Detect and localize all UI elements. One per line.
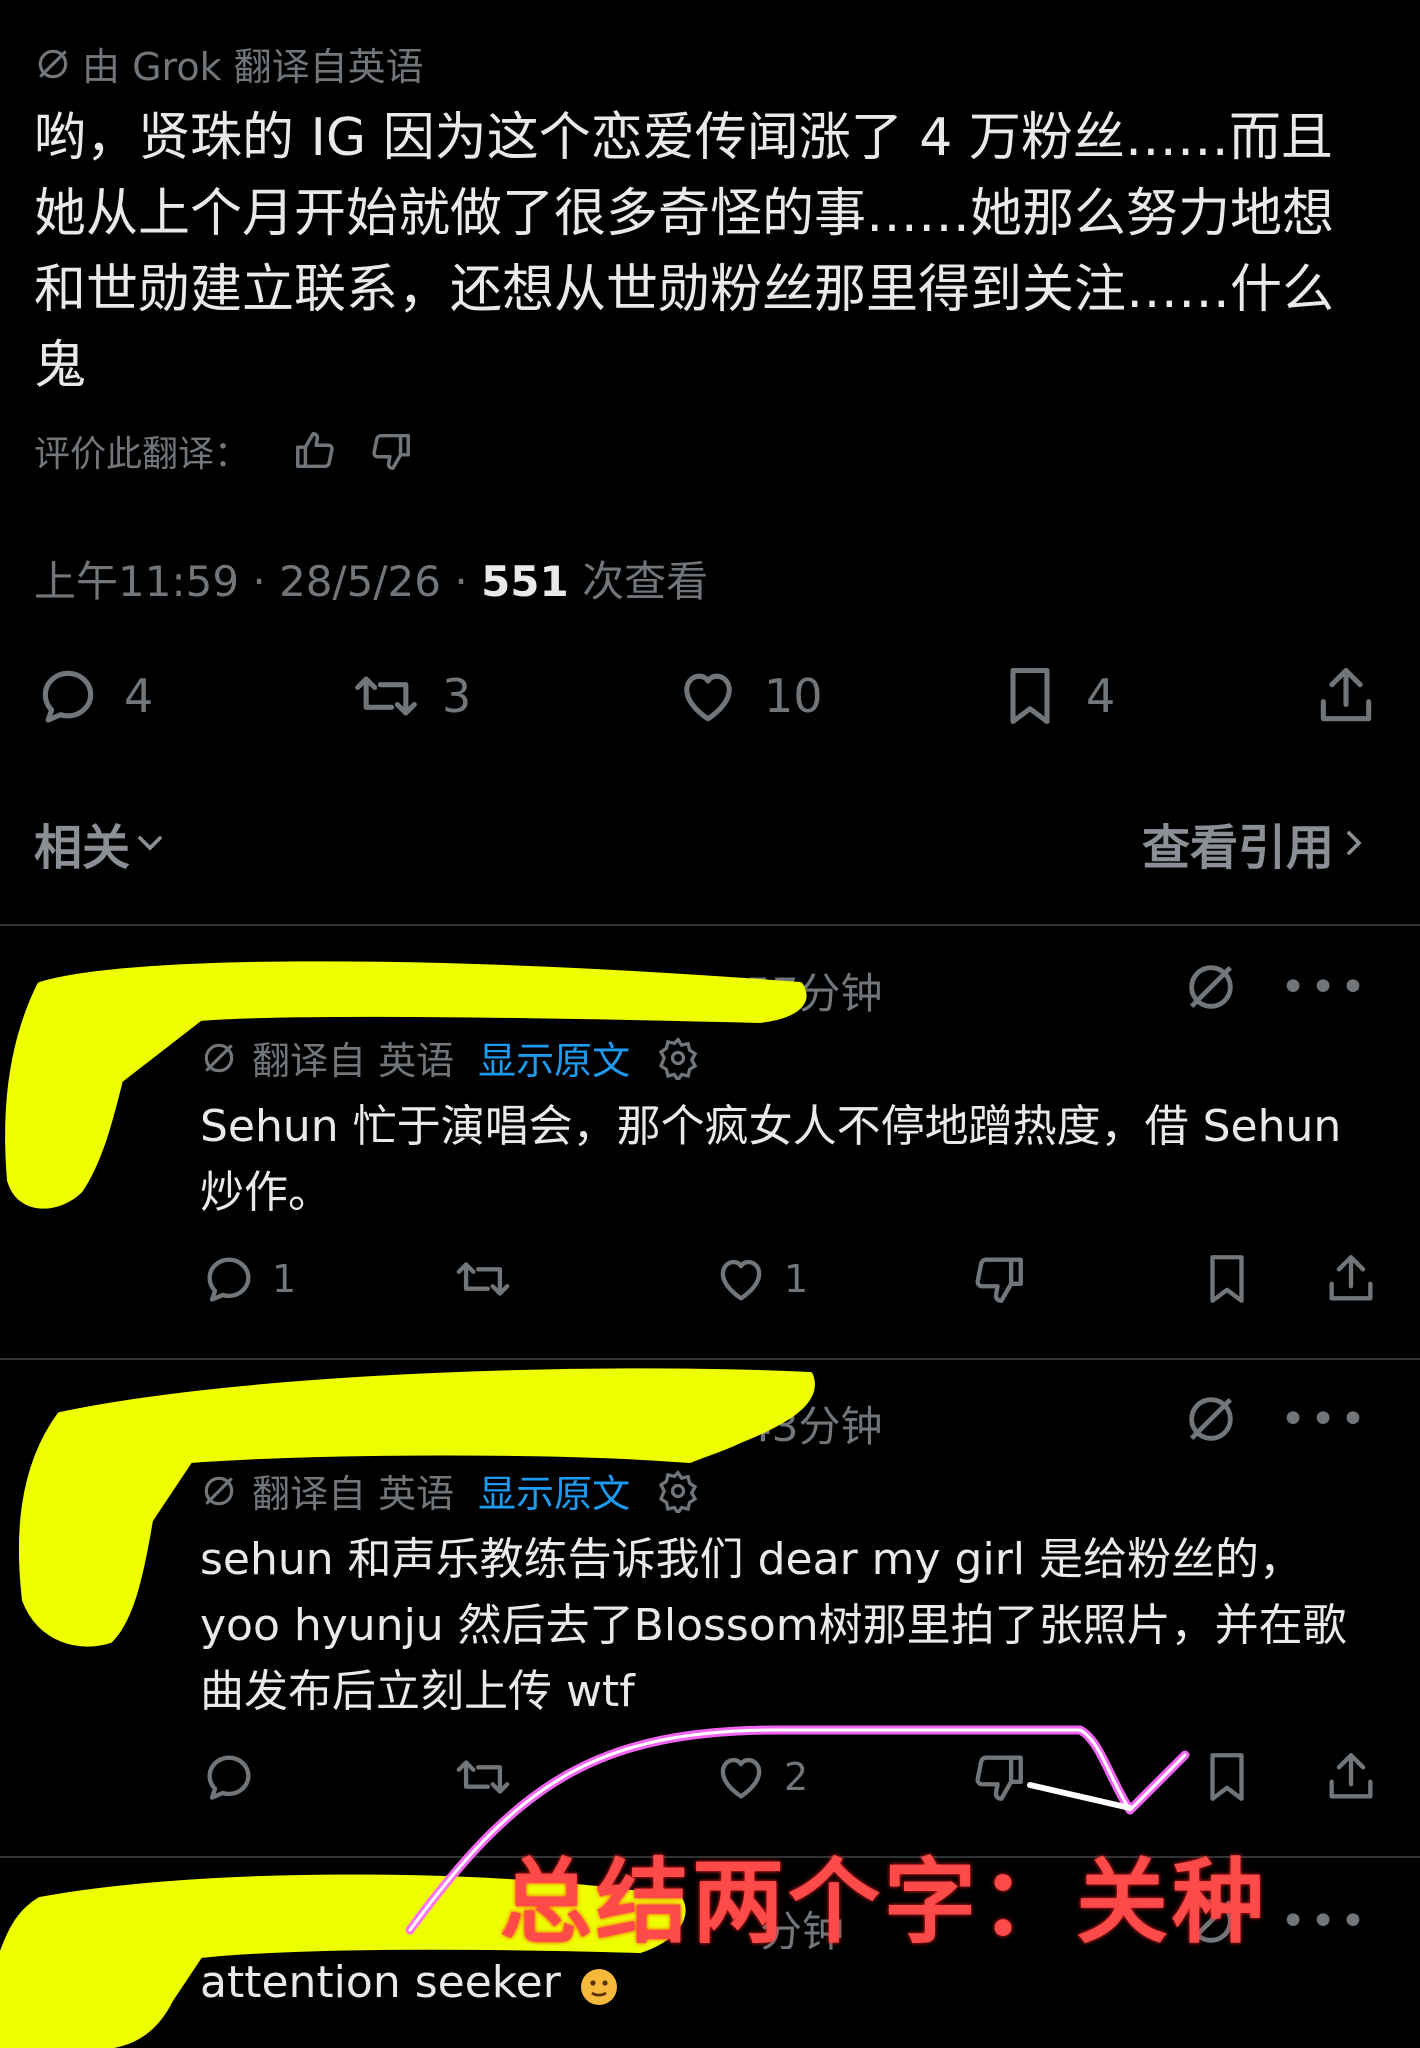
- like-button[interactable]: 1: [712, 1250, 808, 1308]
- reply-1-actions: 1 1: [200, 1250, 1380, 1310]
- reply-2-translation-row: 翻译自 英语 显示原文: [200, 1463, 700, 1518]
- tweet-action-bar: 4 3 10 4: [34, 662, 1384, 732]
- view-quotes-label: 查看引用: [1141, 820, 1334, 876]
- more-icon[interactable]: •••: [1280, 962, 1370, 1013]
- reply-2-text: sehun 和声乐教练告诉我们 dear my girl 是给粉丝的，yoo h…: [200, 1534, 1347, 1717]
- bookmark-icon: [1010, 667, 1050, 725]
- reply-3-body: attention seeker: [200, 1957, 561, 2008]
- reply-icon: [207, 1257, 251, 1302]
- related-bar: 相关 查看引用: [34, 808, 1374, 878]
- thumbs-up-icon[interactable]: [292, 428, 338, 474]
- reply-1-header-icons: •••: [1182, 958, 1370, 1016]
- heart-icon: [684, 673, 732, 722]
- show-original-link[interactable]: 显示原文: [478, 1463, 630, 1518]
- reply-2-header-icons: •••: [1182, 1390, 1370, 1448]
- reply-count: 4: [124, 669, 154, 723]
- grok-icon: [204, 1043, 234, 1072]
- bookmark-count: 4: [1086, 669, 1116, 723]
- grok-icon: [204, 1476, 234, 1505]
- divider: [0, 1358, 1420, 1360]
- translation-source-text: 由 Grok 翻译自英语: [82, 45, 424, 89]
- like-button[interactable]: 10: [674, 662, 823, 730]
- view-quotes-link[interactable]: 查看引用: [1142, 808, 1374, 878]
- rate-translation-row: 评价此翻译：: [34, 425, 414, 477]
- repost-count: 3: [442, 669, 472, 723]
- tweet-timestamp[interactable]: 上午11:59 · 28/5/26 ·: [34, 557, 481, 606]
- bookmark-icon: [1210, 1753, 1244, 1801]
- thumbs-down-icon: [975, 1257, 1023, 1303]
- translation-label: 翻译自 英语: [252, 1039, 455, 1083]
- repost-button[interactable]: [454, 1250, 526, 1308]
- gear-icon[interactable]: [656, 1469, 700, 1513]
- reply-button[interactable]: 4: [34, 662, 153, 730]
- tweet-text: 哟，贤珠的 IG 因为这个恋爱传闻涨了 4 万粉丝……而且她从上个月开始就做了很…: [34, 108, 1335, 396]
- views-label: 次查看: [568, 557, 709, 606]
- view-count: 551: [481, 557, 569, 606]
- reply-button[interactable]: 1: [200, 1250, 296, 1308]
- bookmark-button[interactable]: 4: [996, 662, 1115, 730]
- gear-icon[interactable]: [656, 1036, 700, 1080]
- like-count: 10: [764, 669, 823, 723]
- heart-icon: [720, 1259, 762, 1301]
- grok-icon[interactable]: [1182, 1390, 1240, 1448]
- show-original-link[interactable]: 显示原文: [478, 1030, 630, 1085]
- thumbs-down-icon[interactable]: [368, 428, 414, 474]
- face-emoji-icon: [580, 1969, 617, 2005]
- rate-translation-label: 评价此翻译：: [34, 434, 251, 475]
- reply-1-translation-row: 翻译自 英语 显示原文: [200, 1030, 700, 1085]
- reply-1-text: Sehun 忙于演唱会，那个疯女人不停地蹭热度，借 Sehun 炒作。: [200, 1101, 1342, 1218]
- bookmark-button[interactable]: [1198, 1748, 1270, 1806]
- translation-label: 翻译自 英语: [252, 1472, 455, 1516]
- reply-1-time: 57分钟: [745, 969, 883, 1018]
- chevron-down-icon: [138, 836, 162, 851]
- share-icon: [1329, 1753, 1373, 1799]
- more-icon[interactable]: •••: [1280, 1394, 1370, 1445]
- share-icon: [1329, 1255, 1373, 1301]
- more-icon[interactable]: •••: [1280, 1896, 1370, 1947]
- reply-count: 1: [272, 1257, 297, 1301]
- like-button[interactable]: 2: [712, 1748, 808, 1806]
- bookmark-icon: [1210, 1255, 1244, 1303]
- tweet-meta: 上午11:59 · 28/5/26 · 551 次查看: [34, 548, 708, 609]
- divider: [0, 924, 1420, 926]
- reply-icon: [207, 1755, 251, 1800]
- repost-button[interactable]: 3: [352, 662, 471, 730]
- reply-button[interactable]: [200, 1748, 272, 1806]
- share-button[interactable]: [1322, 1748, 1394, 1806]
- grok-icon: [38, 49, 68, 78]
- share-button[interactable]: [1312, 662, 1402, 730]
- repost-icon: [355, 676, 417, 716]
- downvote-button[interactable]: [970, 1748, 1042, 1806]
- repost-icon: [456, 1262, 510, 1296]
- share-icon: [1320, 667, 1372, 722]
- repost-button[interactable]: [454, 1748, 526, 1806]
- heart-icon: [720, 1757, 762, 1799]
- reply-2-time: 43分钟: [745, 1402, 883, 1451]
- related-dropdown[interactable]: 相关: [34, 808, 170, 878]
- like-count: 1: [784, 1257, 809, 1301]
- bookmark-button[interactable]: [1198, 1250, 1270, 1308]
- chevron-right-icon: [1347, 831, 1362, 855]
- repost-icon: [456, 1760, 510, 1794]
- thumbs-down-icon: [975, 1755, 1023, 1801]
- share-button[interactable]: [1322, 1250, 1394, 1308]
- downvote-button[interactable]: [970, 1250, 1042, 1308]
- grok-icon[interactable]: [1182, 958, 1240, 1016]
- reply-2-actions: 2: [200, 1748, 1380, 1808]
- grok-translation-label: 由 Grok 翻译自英语: [34, 36, 424, 91]
- reply-icon: [42, 670, 94, 723]
- like-count: 2: [784, 1755, 809, 1799]
- annotation-caption: 总结两个字：关种: [500, 1849, 1269, 1956]
- related-label: 相关: [34, 820, 131, 876]
